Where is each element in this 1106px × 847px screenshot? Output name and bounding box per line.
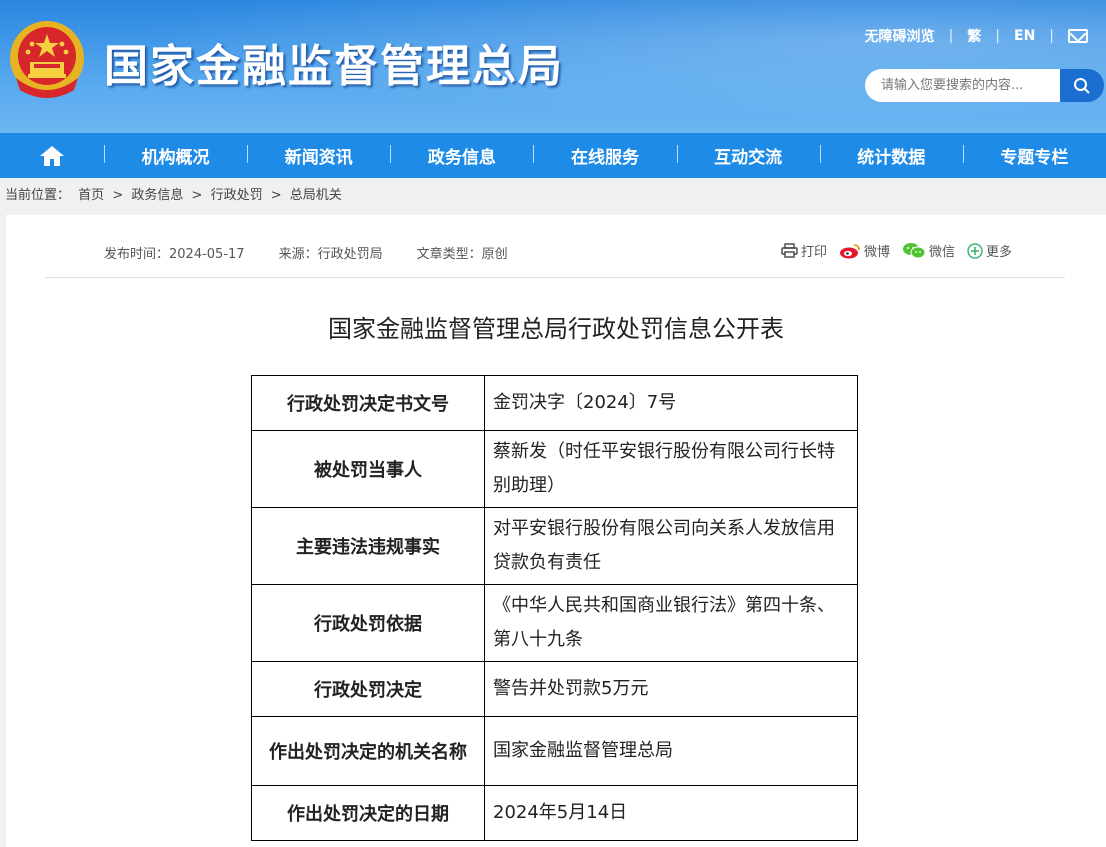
national-emblem-icon [10,21,84,98]
penalty-info-table: 行政处罚决定书文号 金罚决字〔2024〕7号 被处罚当事人 蔡新发（时任平安银行… [251,375,858,841]
separator: | [1049,28,1054,44]
main-nav: 机构概况 新闻资讯 政务信息 在线服务 互动交流 统计数据 专题专栏 [0,133,1106,178]
row-label: 作出处罚决定的机关名称 [251,716,485,786]
document-title: 国家金融监督管理总局行政处罚信息公开表 [328,315,784,343]
breadcrumb-sep: > [112,188,124,203]
search-input[interactable] [865,69,1060,102]
nav-item-interaction[interactable]: 互动交流 [676,143,820,168]
breadcrumb-gov-info[interactable]: 政务信息 [131,188,183,203]
table-row: 作出处罚决定的机关名称 国家金融监督管理总局 [251,716,858,786]
row-label: 作出处罚决定的日期 [251,785,485,841]
breadcrumb-sep: > [191,188,203,203]
plus-circle-icon [967,242,983,259]
article-source: 来源：行政处罚局 [278,247,383,262]
more-share-button[interactable]: 更多 [967,241,1012,260]
article-meta: 发布时间：2024-05-17 来源：行政处罚局 文章类型：原创 [104,243,508,262]
weibo-share-button[interactable]: 微博 [839,241,890,260]
printer-icon [781,243,798,258]
top-links: 无障碍浏览 | 繁 | EN | [865,26,1088,46]
accessibility-link[interactable]: 无障碍浏览 [865,26,935,46]
row-value: 《中华人民共和国商业银行法》第四十条、第八十九条 [484,584,858,662]
nav-item-statistics[interactable]: 统计数据 [819,143,963,168]
wechat-icon [903,243,926,259]
more-label: 更多 [986,245,1013,260]
weibo-icon [840,244,860,259]
row-label: 行政处罚决定书文号 [251,375,485,431]
table-row: 行政处罚决定书文号 金罚决字〔2024〕7号 [251,375,858,431]
breadcrumb: 当前位置： 首页 > 政务信息 > 行政处罚 > 总局机关 [0,178,1106,214]
traditional-chinese-link[interactable]: 繁 [967,26,981,46]
table-row: 行政处罚依据 《中华人民共和国商业银行法》第四十条、第八十九条 [251,584,858,662]
nav-item-online-service[interactable]: 在线服务 [533,143,676,168]
english-link[interactable]: EN [1014,28,1035,44]
nav-item-topics[interactable]: 专题专栏 [962,143,1106,168]
row-value: 警告并处罚款5万元 [484,661,858,717]
row-value: 对平安银行股份有限公司向关系人发放信用贷款负有责任 [484,507,858,585]
article-type: 文章类型：原创 [416,247,508,262]
weibo-label: 微博 [864,245,891,260]
nav-item-org[interactable]: 机构概况 [104,143,247,168]
search-button[interactable] [1060,69,1104,102]
wechat-share-button[interactable]: 微信 [902,241,955,260]
publish-time: 发布时间：2024-05-17 [104,247,245,262]
nav-item-news[interactable]: 新闻资讯 [247,143,390,168]
share-bar: 打印 微博 微信 更多 [781,241,1012,260]
row-value: 国家金融监督管理总局 [484,716,858,786]
row-value: 2024年5月14日 [484,785,858,841]
table-row: 作出处罚决定的日期 2024年5月14日 [251,785,858,841]
row-value: 金罚决字〔2024〕7号 [484,375,858,431]
site-header: 国家金融监督管理总局 无障碍浏览 | 繁 | EN | [0,0,1106,133]
breadcrumb-penalty[interactable]: 行政处罚 [211,188,263,203]
table-row: 行政处罚决定 警告并处罚款5万元 [251,661,858,717]
article-content: 发布时间：2024-05-17 来源：行政处罚局 文章类型：原创 打印 微博 微… [6,215,1106,847]
breadcrumb-hq[interactable]: 总局机关 [290,188,342,203]
row-label: 被处罚当事人 [251,430,485,508]
mail-icon[interactable] [1068,29,1088,43]
search-box [865,69,1104,102]
table-row: 主要违法违规事实 对平安银行股份有限公司向关系人发放信用贷款负有责任 [251,507,858,585]
breadcrumb-prefix: 当前位置： [5,188,71,203]
search-icon [1074,77,1090,94]
wechat-label: 微信 [929,245,956,260]
row-label: 行政处罚决定 [251,661,485,717]
home-icon [40,145,64,166]
print-button[interactable]: 打印 [781,241,827,260]
breadcrumb-home[interactable]: 首页 [78,188,104,203]
row-label: 主要违法违规事实 [251,507,485,585]
breadcrumb-sep: > [270,188,282,203]
print-label: 打印 [801,245,828,260]
table-row: 被处罚当事人 蔡新发（时任平安银行股份有限公司行长特别助理） [251,430,858,508]
row-label: 行政处罚依据 [251,584,485,662]
row-value: 蔡新发（时任平安银行股份有限公司行长特别助理） [484,430,858,508]
nav-home[interactable] [0,145,104,167]
nav-item-gov-info[interactable]: 政务信息 [390,143,533,168]
separator: | [948,28,954,44]
separator: | [995,28,1000,44]
divider [45,277,1065,278]
site-title: 国家金融监督管理总局 [104,41,564,92]
